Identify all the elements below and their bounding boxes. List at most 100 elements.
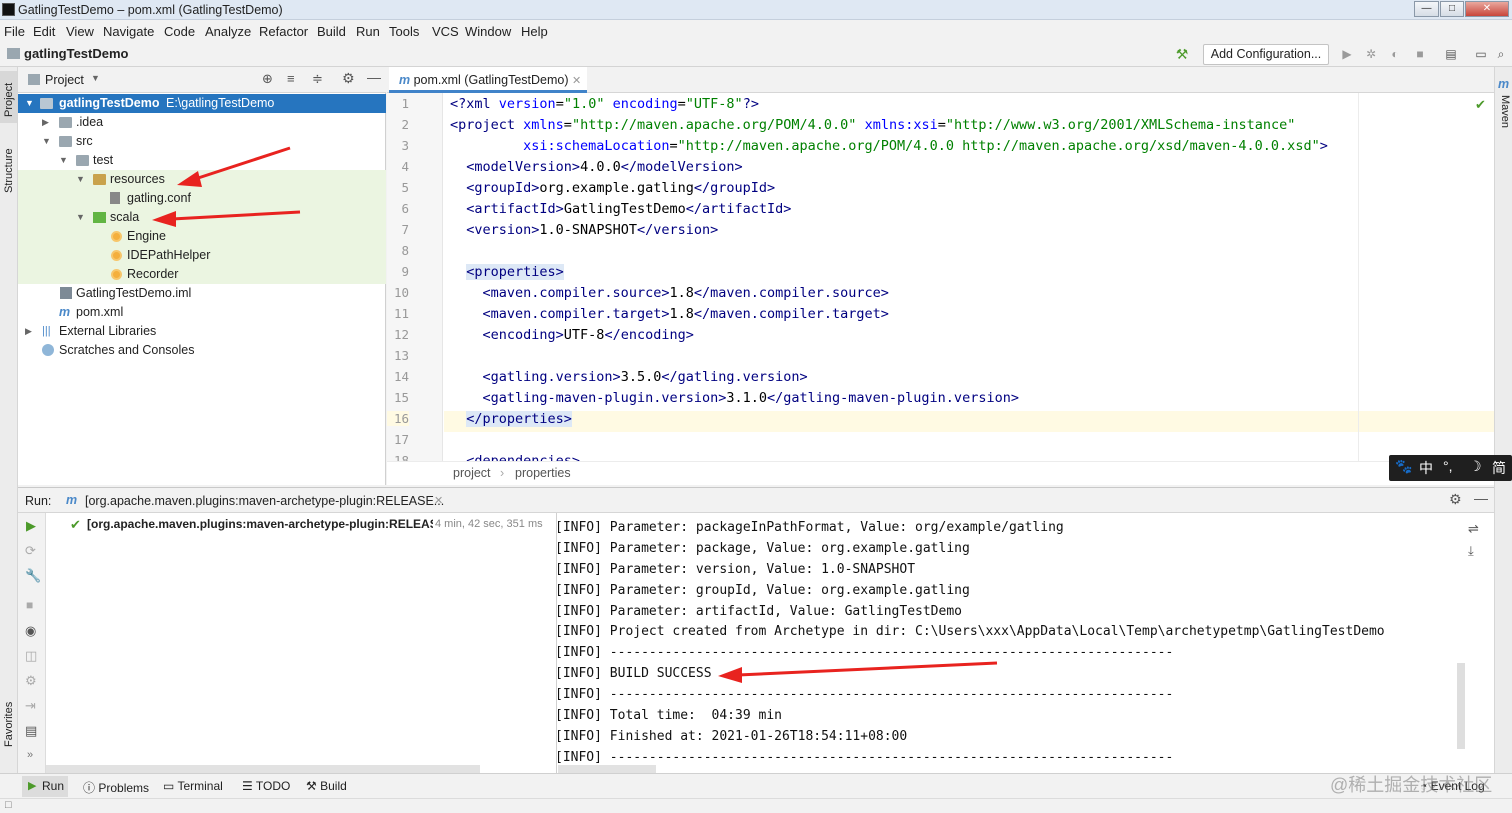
code-line[interactable]: xsi:schemaLocation="http://maven.apache.… bbox=[450, 138, 1328, 154]
maven-stripe-tab[interactable]: Maven bbox=[1499, 95, 1511, 128]
tab-problems[interactable]: ⓘ Problems bbox=[83, 779, 149, 796]
code-line[interactable]: <encoding>UTF-8</encoding> bbox=[450, 327, 694, 343]
menu-help[interactable]: Help bbox=[521, 24, 548, 39]
project-view-title[interactable]: Project bbox=[45, 73, 84, 87]
close-window-button[interactable]: ✕ bbox=[1465, 1, 1509, 17]
wrench-icon[interactable]: 🔧 bbox=[25, 568, 41, 584]
ime-mode-chinese[interactable]: 中 bbox=[1419, 458, 1433, 478]
menu-file[interactable]: File bbox=[4, 24, 25, 39]
menu-refactor[interactable]: Refactor bbox=[259, 24, 308, 39]
menu-run[interactable]: Run bbox=[356, 24, 380, 39]
tree-row-resources[interactable]: ▼ resources bbox=[18, 170, 386, 189]
code-line[interactable]: <properties> bbox=[450, 264, 564, 280]
code-line[interactable]: <maven.compiler.target>1.8</maven.compil… bbox=[450, 306, 889, 322]
run-icon[interactable]: ▶ bbox=[1340, 47, 1354, 61]
tree-row-iml[interactable]: GatlingTestDemo.iml bbox=[18, 284, 386, 303]
paw-icon[interactable]: 🐾 bbox=[1395, 458, 1412, 475]
build-hammer-icon[interactable]: ⚒ bbox=[1175, 47, 1189, 61]
code-line[interactable]: <gatling-maven-plugin.version>3.1.0</gat… bbox=[450, 390, 1019, 406]
eye-icon[interactable]: ◉ bbox=[25, 623, 36, 639]
ime-moon[interactable]: ☽ bbox=[1469, 458, 1482, 475]
add-configuration-button[interactable]: Add Configuration... bbox=[1203, 44, 1329, 65]
tree-row-engine[interactable]: Engine bbox=[18, 227, 386, 246]
tree-row-recorder[interactable]: Recorder bbox=[18, 265, 386, 284]
menu-analyze[interactable]: Analyze bbox=[205, 24, 251, 39]
export-icon[interactable]: ⇥ bbox=[25, 698, 36, 714]
gear-icon[interactable]: ⚙ bbox=[342, 70, 355, 87]
soft-wrap-icon[interactable]: ⇌ bbox=[1468, 521, 1479, 537]
code-line[interactable]: <groupId>org.example.gatling</groupId> bbox=[450, 180, 775, 196]
more-icon[interactable]: » bbox=[27, 749, 33, 761]
stop-icon[interactable]: ■ bbox=[26, 598, 33, 612]
hide-panel-icon[interactable]: — bbox=[367, 69, 381, 85]
locate-icon[interactable]: ⊕ bbox=[262, 71, 273, 87]
layout-icon[interactable]: ▤ bbox=[25, 723, 37, 739]
run-tree-item[interactable]: [org.apache.maven.plugins:maven-archetyp… bbox=[87, 517, 433, 531]
tree-row-root[interactable]: ▼ gatlingTestDemo E:\gatlingTestDemo bbox=[18, 94, 386, 113]
run-tab[interactable]: [org.apache.maven.plugins:maven-archetyp… bbox=[85, 494, 444, 508]
menu-code[interactable]: Code bbox=[164, 24, 195, 39]
tree-row-test[interactable]: ▼ test bbox=[18, 151, 386, 170]
maximize-button[interactable]: □ bbox=[1440, 1, 1464, 17]
rerun-icon[interactable]: ▶ bbox=[26, 518, 36, 534]
console-output[interactable]: [INFO] Parameter: package, Value: org.ex… bbox=[558, 513, 1494, 774]
layout-icon[interactable]: ▭ bbox=[1474, 47, 1488, 61]
code-line[interactable]: <gatling.version>3.5.0</gatling.version> bbox=[450, 369, 808, 385]
close-tab-icon[interactable]: ✕ bbox=[434, 494, 443, 507]
menu-build[interactable]: Build bbox=[317, 24, 346, 39]
code-line[interactable]: <project xmlns="http://maven.apache.org/… bbox=[450, 117, 1295, 133]
breadcrumb-properties[interactable]: properties bbox=[515, 466, 571, 480]
tab-run[interactable]: ▶ Run bbox=[22, 776, 68, 797]
horizontal-scrollbar[interactable] bbox=[558, 765, 656, 773]
camera-icon[interactable]: ◫ bbox=[25, 648, 37, 664]
menu-edit[interactable]: Edit bbox=[33, 24, 55, 39]
structure-stripe-tab[interactable]: Structure bbox=[3, 148, 15, 193]
search-everywhere-icon[interactable]: ⌕ bbox=[1494, 47, 1508, 61]
vertical-scrollbar[interactable] bbox=[1457, 663, 1465, 749]
menu-view[interactable]: View bbox=[66, 24, 94, 39]
minimize-button[interactable]: — bbox=[1414, 1, 1439, 17]
tab-todo[interactable]: ☰ TODO bbox=[242, 779, 290, 793]
menu-window[interactable]: Window bbox=[465, 24, 511, 39]
tree-row-idepathhelper[interactable]: IDEPathHelper bbox=[18, 246, 386, 265]
breadcrumb-project[interactable]: project bbox=[453, 466, 491, 480]
scroll-to-end-icon[interactable]: ⤓ bbox=[1468, 543, 1474, 559]
tree-row-pom[interactable]: m pom.xml bbox=[18, 303, 386, 322]
collapse-all-icon[interactable]: ≑ bbox=[312, 71, 323, 87]
stop-icon[interactable]: ■ bbox=[1413, 47, 1427, 61]
tree-row-gatling-conf[interactable]: gatling.conf bbox=[18, 189, 386, 208]
project-breadcrumb[interactable]: gatlingTestDemo bbox=[24, 46, 129, 61]
code-line[interactable]: <?xml version="1.0" encoding="UTF-8"?> bbox=[450, 96, 759, 112]
favorites-stripe-tab[interactable]: Favorites bbox=[3, 702, 15, 747]
tree-row-external-libraries[interactable]: ▶ ||| External Libraries bbox=[18, 322, 386, 341]
coverage-icon[interactable]: ◐ bbox=[1388, 47, 1402, 61]
menu-vcs[interactable]: VCS bbox=[432, 24, 459, 39]
project-stripe-tab[interactable]: Project bbox=[0, 71, 17, 123]
settings-icon[interactable]: ⚙ bbox=[25, 673, 37, 689]
tree-row-idea[interactable]: ▶ .idea bbox=[18, 113, 386, 132]
code-line[interactable]: <artifactId>GatlingTestDemo</artifactId> bbox=[450, 201, 791, 217]
code-line[interactable]: <modelVersion>4.0.0</modelVersion> bbox=[450, 159, 742, 175]
project-structure-icon[interactable]: ▤ bbox=[1444, 47, 1458, 61]
tree-row-scratches[interactable]: Scratches and Consoles bbox=[18, 341, 386, 360]
close-tab-icon[interactable]: ✕ bbox=[572, 75, 581, 87]
tab-pom-xml[interactable]: m pom.xml (GatlingTestDemo) ✕ bbox=[389, 67, 587, 93]
code-line[interactable]: </properties> bbox=[450, 411, 572, 427]
expand-all-icon[interactable]: ≡ bbox=[287, 71, 295, 86]
tab-build[interactable]: ⚒ Build bbox=[306, 779, 347, 793]
tree-row-src[interactable]: ▼ src bbox=[18, 132, 386, 151]
rerun-failed-icon[interactable]: ⟳ bbox=[25, 543, 36, 559]
tree-row-scala[interactable]: ▼ scala bbox=[18, 208, 386, 227]
tab-terminal[interactable]: ▭ Terminal bbox=[163, 779, 223, 793]
code-line[interactable]: <version>1.0-SNAPSHOT</version> bbox=[450, 222, 718, 238]
chevron-down-icon[interactable]: ▼ bbox=[91, 73, 100, 83]
menu-navigate[interactable]: Navigate bbox=[103, 24, 154, 39]
hide-panel-icon[interactable]: — bbox=[1474, 490, 1488, 506]
menu-tools[interactable]: Tools bbox=[389, 24, 419, 39]
horizontal-scrollbar[interactable] bbox=[46, 765, 480, 773]
debug-icon[interactable]: ✲ bbox=[1364, 47, 1378, 61]
ime-punctuation[interactable]: °, bbox=[1443, 458, 1453, 474]
gear-icon[interactable]: ⚙ bbox=[1449, 491, 1462, 508]
code-line[interactable]: <maven.compiler.source>1.8</maven.compil… bbox=[450, 285, 889, 301]
ime-simplified[interactable]: 简 bbox=[1492, 458, 1506, 478]
